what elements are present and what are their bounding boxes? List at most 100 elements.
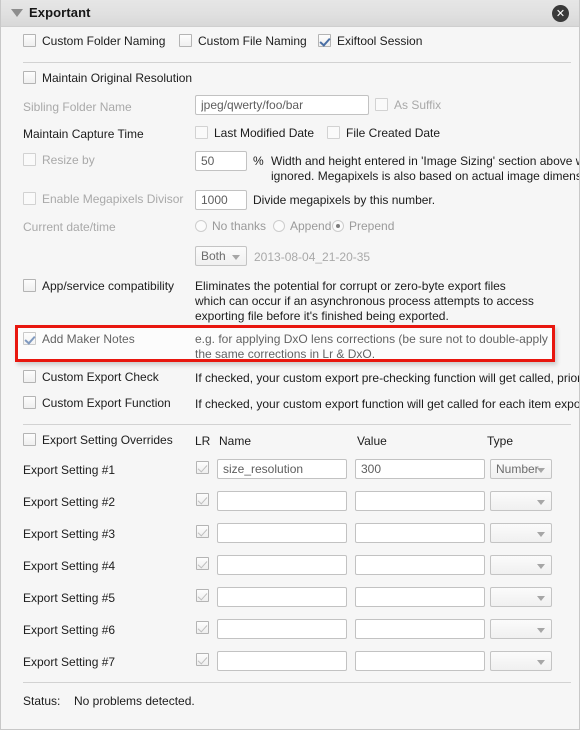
- checkbox-app-service-compatibility[interactable]: App/service compatibility: [23, 279, 174, 293]
- checkbox-custom-file-naming[interactable]: Custom File Naming: [179, 34, 307, 48]
- checkbox-resize-by[interactable]: Resize by: [23, 153, 95, 167]
- table-row-lr-checkbox[interactable]: [196, 653, 209, 666]
- checkbox-label: File Created Date: [346, 126, 441, 140]
- table-row-name-input[interactable]: [217, 587, 347, 607]
- checkbox-box[interactable]: [23, 279, 36, 292]
- custom-export-check-description: If checked, your custom export pre-check…: [195, 371, 580, 385]
- table-row-value-input[interactable]: [355, 459, 485, 479]
- table-row-lr-checkbox[interactable]: [196, 589, 209, 602]
- checkbox-label: App/service compatibility: [42, 279, 175, 293]
- checkbox-label: As Suffix: [394, 98, 442, 112]
- table-row-label: Export Setting #3: [23, 527, 116, 541]
- checkbox-exiftool-session[interactable]: Exiftool Session: [318, 34, 422, 48]
- checkbox-box[interactable]: [23, 332, 36, 345]
- radio-circle[interactable]: [273, 220, 285, 232]
- checkbox-file-created-date[interactable]: File Created Date: [327, 126, 440, 140]
- datetime-mode-select[interactable]: Both: [195, 246, 247, 266]
- radio-no-thanks[interactable]: No thanks: [195, 219, 266, 233]
- radio-circle[interactable]: [332, 220, 344, 232]
- table-row-value-input[interactable]: [355, 523, 485, 543]
- status-label: Status:: [23, 694, 61, 708]
- checkbox-box[interactable]: [23, 192, 36, 205]
- table-row-type-select[interactable]: [490, 587, 552, 607]
- table-row-type-select[interactable]: [490, 555, 552, 575]
- checkbox-as-suffix[interactable]: As Suffix: [375, 98, 441, 112]
- table-row-type-select[interactable]: [490, 619, 552, 639]
- table-row-name-input[interactable]: [217, 491, 347, 511]
- exportant-panel: Exportant ✕ Custom Folder Naming Custom …: [0, 0, 580, 730]
- custom-export-function-description: If checked, your custom export function …: [195, 397, 580, 411]
- checkbox-label: Add Maker Notes: [42, 332, 135, 346]
- table-row-type-select[interactable]: [490, 491, 552, 511]
- table-row-label: Export Setting #7: [23, 655, 116, 669]
- table-row-type-select[interactable]: [490, 651, 552, 671]
- chevron-down-icon: [232, 255, 240, 260]
- table-row-label: Export Setting #1: [23, 463, 116, 477]
- checkbox-box[interactable]: [327, 126, 340, 139]
- divider: [23, 424, 571, 425]
- checkbox-label: Custom File Naming: [198, 34, 307, 48]
- radio-append[interactable]: Append: [273, 219, 331, 233]
- table-row-lr-checkbox[interactable]: [196, 493, 209, 506]
- checkbox-box[interactable]: [375, 98, 388, 111]
- checkbox-last-modified-date[interactable]: Last Modified Date: [195, 126, 314, 140]
- checkbox-box[interactable]: [23, 396, 36, 409]
- checkbox-box[interactable]: [23, 153, 36, 166]
- table-row-name-input[interactable]: [217, 651, 347, 671]
- megapixels-divisor-input[interactable]: [195, 190, 247, 210]
- radio-circle[interactable]: [195, 220, 207, 232]
- checkbox-label: Exiftool Session: [337, 34, 423, 48]
- radio-prepend[interactable]: Prepend: [332, 219, 394, 233]
- table-row-value-input[interactable]: [355, 555, 485, 575]
- status-value: No problems detected.: [74, 694, 195, 708]
- table-row-label: Export Setting #5: [23, 591, 116, 605]
- table-row-type-select[interactable]: Number: [490, 459, 552, 479]
- resize-description-line1: Width and height entered in 'Image Sizin…: [271, 154, 580, 168]
- datetime-mode-value: Both: [201, 249, 226, 263]
- checkbox-export-setting-overrides[interactable]: Export Setting Overrides: [23, 433, 173, 447]
- table-row-lr-checkbox[interactable]: [196, 461, 209, 474]
- checkbox-maintain-original-resolution[interactable]: Maintain Original Resolution: [23, 71, 192, 85]
- sibling-folder-name-label: Sibling Folder Name: [23, 100, 132, 114]
- resize-description-line2: ignored. Megapixels is also based on act…: [271, 169, 579, 183]
- table-row-lr-checkbox[interactable]: [196, 621, 209, 634]
- column-header-lr: LR: [195, 434, 211, 448]
- chevron-down-icon: [537, 628, 545, 633]
- checkbox-custom-export-function[interactable]: Custom Export Function: [23, 396, 171, 410]
- table-row-lr-checkbox[interactable]: [196, 525, 209, 538]
- checkbox-custom-export-check[interactable]: Custom Export Check: [23, 370, 159, 384]
- checkbox-enable-megapixels-divisor[interactable]: Enable Megapixels Divisor: [23, 192, 183, 206]
- checkbox-box[interactable]: [23, 370, 36, 383]
- checkbox-box[interactable]: [23, 71, 36, 84]
- table-row-label: Export Setting #4: [23, 559, 116, 573]
- table-row-value-input[interactable]: [355, 491, 485, 511]
- table-row-lr-checkbox[interactable]: [196, 557, 209, 570]
- close-circle-icon[interactable]: ✕: [552, 5, 569, 22]
- table-row-value-input[interactable]: [355, 619, 485, 639]
- checkbox-box[interactable]: [179, 34, 192, 47]
- table-row-value-input[interactable]: [355, 587, 485, 607]
- table-row-name-input[interactable]: [217, 523, 347, 543]
- chevron-down-icon: [537, 564, 545, 569]
- megapixels-description: Divide megapixels by this number.: [253, 193, 436, 207]
- checkbox-label: Maintain Original Resolution: [42, 71, 193, 85]
- app-compat-description-line3: exporting file before it's finished bein…: [195, 309, 449, 323]
- resize-percent-input[interactable]: [195, 151, 247, 171]
- checkbox-add-maker-notes[interactable]: Add Maker Notes: [23, 332, 135, 346]
- checkbox-label: Resize by: [42, 153, 95, 167]
- checkbox-box[interactable]: [23, 34, 36, 47]
- checkbox-box[interactable]: [318, 34, 331, 47]
- table-row-name-input[interactable]: [217, 459, 347, 479]
- app-compat-description-line1: Eliminates the potential for corrupt or …: [195, 279, 506, 293]
- checkbox-label: Export Setting Overrides: [42, 433, 173, 447]
- triangle-down-icon[interactable]: [11, 9, 23, 17]
- table-row-type-select[interactable]: [490, 523, 552, 543]
- sibling-folder-name-input[interactable]: [195, 95, 369, 115]
- checkbox-box[interactable]: [23, 433, 36, 446]
- table-row-name-input[interactable]: [217, 555, 347, 575]
- table-row-name-input[interactable]: [217, 619, 347, 639]
- page-title: Exportant: [29, 5, 91, 20]
- checkbox-box[interactable]: [195, 126, 208, 139]
- table-row-value-input[interactable]: [355, 651, 485, 671]
- checkbox-custom-folder-naming[interactable]: Custom Folder Naming: [23, 34, 165, 48]
